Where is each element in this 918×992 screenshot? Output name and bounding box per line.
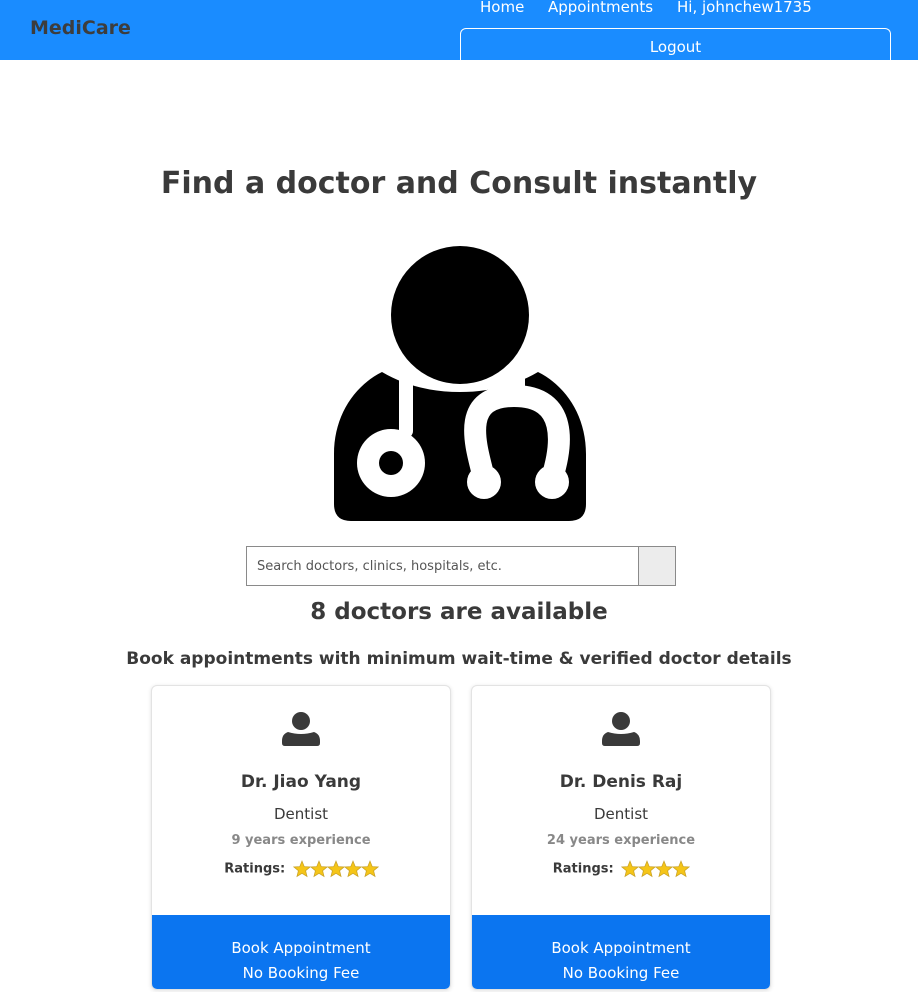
book-appointment-button[interactable]: Book Appointment No Booking Fee xyxy=(152,915,450,989)
star-icon xyxy=(655,860,674,878)
nav-appointments-link[interactable]: Appointments xyxy=(548,0,653,16)
nav-home-link[interactable]: Home xyxy=(480,0,524,16)
star-icon xyxy=(326,860,345,878)
navbar: MediCare Home Appointments Hi, johnchew1… xyxy=(0,0,918,68)
user-icon xyxy=(602,712,640,746)
search-button[interactable] xyxy=(638,546,676,586)
star-icon xyxy=(621,860,640,878)
doctor-name: Dr. Denis Raj xyxy=(559,772,683,792)
doctor-name: Dr. Jiao Yang xyxy=(240,772,362,792)
doctor-card: Dr. Jiao Yang Dentist 9 years experience… xyxy=(151,685,451,990)
search-input[interactable] xyxy=(246,546,639,586)
rating-stars xyxy=(292,860,379,878)
book-appointment-button[interactable]: Book Appointment No Booking Fee xyxy=(472,915,770,989)
doctor-ratings: Ratings: xyxy=(472,860,770,878)
book-appointment-label: Book Appointment xyxy=(551,938,691,957)
star-icon xyxy=(343,860,362,878)
star-icon xyxy=(292,860,311,878)
user-greeting: Hi, johnchew1735 xyxy=(677,0,812,16)
user-icon xyxy=(282,712,320,746)
doctor-specialty: Dentist xyxy=(273,805,329,823)
star-icon xyxy=(672,860,691,878)
doctor-specialty: Dentist xyxy=(593,805,649,823)
results-subtitle: Book appointments with minimum wait-time… xyxy=(126,649,792,669)
booking-fee-label: No Booking Fee xyxy=(562,963,680,982)
results-count: 8 doctors are available xyxy=(310,599,608,625)
rating-stars xyxy=(621,860,691,878)
doctor-ratings: Ratings: xyxy=(152,860,450,878)
booking-fee-label: No Booking Fee xyxy=(242,963,360,982)
logout-button[interactable]: Logout xyxy=(460,28,891,68)
star-icon xyxy=(638,860,657,878)
star-icon xyxy=(309,860,328,878)
book-appointment-label: Book Appointment xyxy=(231,938,371,957)
search-bar xyxy=(246,546,676,586)
doctor-card: Dr. Denis Raj Dentist 24 years experienc… xyxy=(471,685,771,990)
brand-logo[interactable]: MediCare xyxy=(30,17,131,39)
star-icon xyxy=(360,860,379,878)
doctor-experience: 9 years experience xyxy=(231,833,371,848)
ratings-label: Ratings: xyxy=(224,861,286,877)
ratings-label: Ratings: xyxy=(552,861,614,877)
doctor-icon xyxy=(334,246,586,521)
doctor-experience: 24 years experience xyxy=(546,833,696,848)
page-title: Find a doctor and Consult instantly xyxy=(160,166,758,201)
